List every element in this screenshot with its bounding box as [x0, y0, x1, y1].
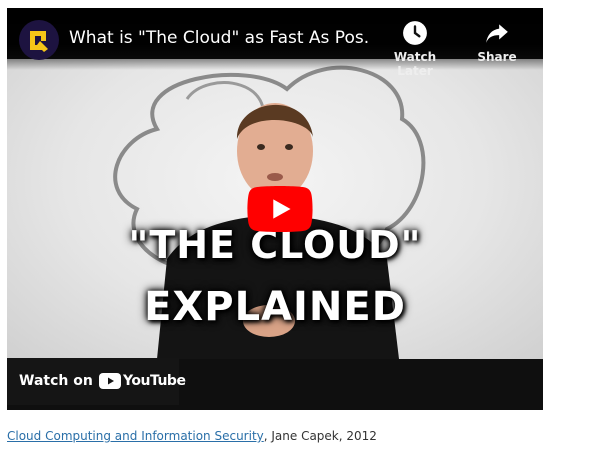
clock-icon [403, 21, 427, 45]
share-arrow-icon [486, 24, 508, 43]
play-icon[interactable] [247, 186, 313, 232]
watch-later-button[interactable]: Watch Later [380, 20, 450, 78]
watch-on-youtube-button[interactable]: Watch on YouTube [7, 358, 186, 405]
video-player[interactable]: What is "The Cloud" as Fast As Pos... Wa… [7, 8, 543, 410]
share-label: Share [477, 50, 517, 64]
citation-link[interactable]: Cloud Computing and Information Security [7, 429, 264, 443]
citation-author-year: , Jane Capek, 2012 [263, 429, 377, 443]
youtube-wordmark: YouTube [123, 373, 186, 389]
youtube-logo-icon [99, 373, 121, 389]
overlay-caption-line2: EXPLAINED [144, 284, 406, 330]
watch-on-label: Watch on [19, 373, 93, 389]
channel-logo-icon[interactable] [19, 20, 59, 60]
citation: Cloud Computing and Information Security… [7, 429, 377, 443]
share-button[interactable]: Share [462, 20, 532, 64]
watch-later-label: Watch Later [393, 50, 437, 78]
video-title[interactable]: What is "The Cloud" as Fast As Pos... [69, 28, 369, 48]
